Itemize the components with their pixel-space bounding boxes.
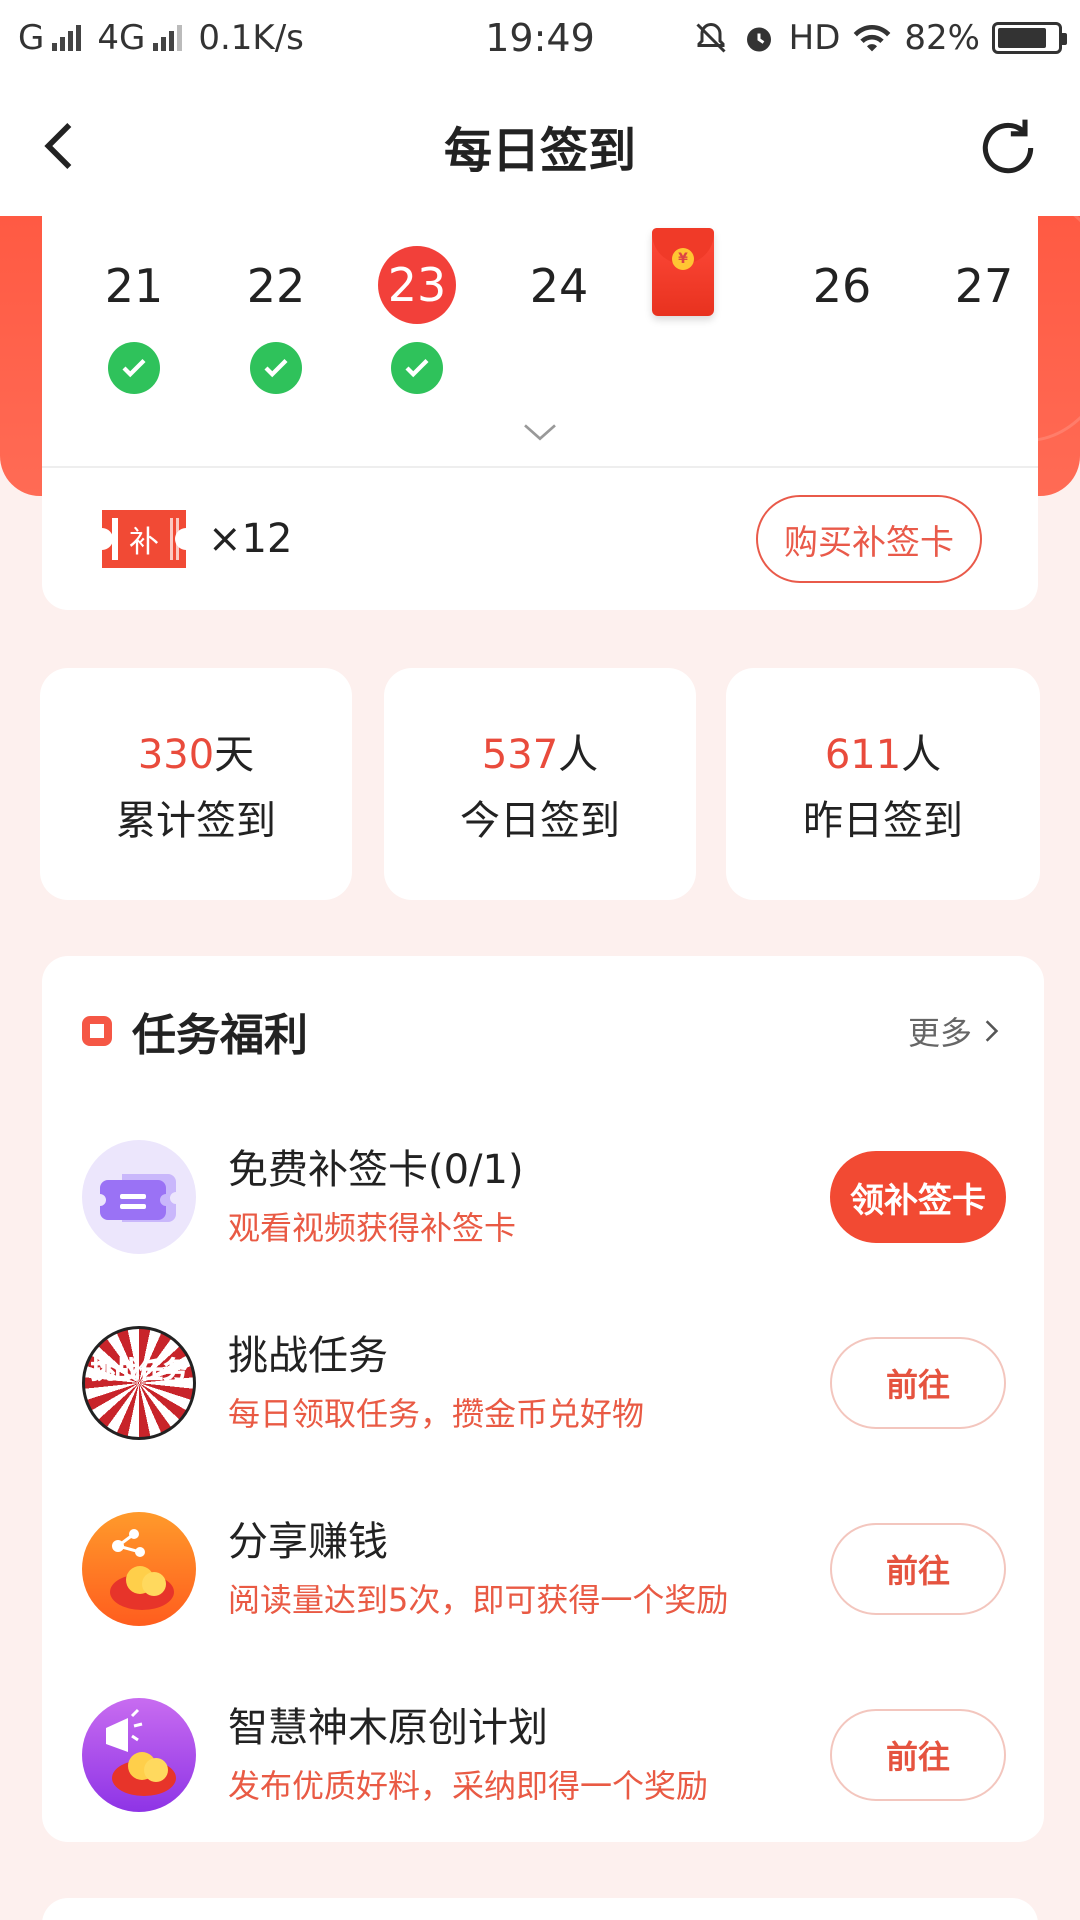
day-number: 27 <box>954 259 1014 313</box>
more-label: 更多 <box>907 1014 972 1052</box>
week-days: 21 22 23 24 ¥ 26 27 <box>42 216 1038 466</box>
more-link[interactable]: 更多 <box>908 1008 1004 1054</box>
stat-label: 今日签到 <box>460 798 620 844</box>
task-desc: 每日领取任务，攒金币兑好物 <box>228 1395 645 1433</box>
network-label: 4G <box>97 18 146 58</box>
stat-label: 累计签到 <box>116 798 276 844</box>
task-share: 分享赚钱 阅读量达到5次，即可获得一个奖励 前往 <box>82 1484 1006 1654</box>
task-free-makeup-card: 免费补签卡(0/1) 观看视频获得补签卡 领补签卡 <box>82 1112 1006 1282</box>
battery-icon <box>992 22 1067 54</box>
page-title: 每日签到 <box>443 123 636 179</box>
day-number: 26 <box>812 259 872 313</box>
day-number-today: 23 <box>378 246 456 324</box>
task-challenge: 挑战任务 挑战任务 每日领取任务，攒金币兑好物 前往 <box>82 1298 1006 1468</box>
stat-label: 昨日签到 <box>803 798 963 844</box>
day-21[interactable]: 21 <box>84 246 184 394</box>
buy-makeup-card-button[interactable]: 购买补签卡 <box>756 495 982 583</box>
task-title: 免费补签卡(0/1) <box>228 1147 524 1193</box>
stat-value: 537 <box>481 732 559 778</box>
task-title: 智慧神木原创计划 <box>228 1705 548 1751</box>
megaphone-icon <box>82 1698 196 1812</box>
chevron-down-icon[interactable] <box>520 412 560 452</box>
nav-bar: 每日签到 <box>0 76 1080 216</box>
share-icon <box>82 1512 196 1626</box>
svg-text:挑战任务: 挑战任务 <box>91 1356 188 1384</box>
go-button[interactable]: 前往 <box>830 1709 1006 1801</box>
back-icon[interactable] <box>32 118 88 174</box>
day-number: 21 <box>104 259 164 313</box>
section-marker-icon <box>82 1016 112 1046</box>
chevron-right-icon <box>985 1020 999 1042</box>
check-icon <box>250 342 302 394</box>
challenge-icon: 挑战任务 <box>82 1326 196 1440</box>
task-desc: 观看视频获得补签卡 <box>228 1209 517 1247</box>
task-title: 挑战任务 <box>228 1333 388 1379</box>
makeup-card-row: 补 ×12 购买补签卡 <box>42 468 1038 610</box>
stat-value: 611 <box>824 732 902 778</box>
network-speed: 0.1K/s <box>198 18 304 58</box>
task-desc: 发布优质好料，采纳即得一个奖励 <box>228 1767 709 1805</box>
stat-value: 330 <box>137 732 215 778</box>
claim-makeup-card-button[interactable]: 领补签卡 <box>830 1151 1006 1243</box>
day-26[interactable]: 26 <box>792 246 892 326</box>
go-button[interactable]: 前往 <box>830 1337 1006 1429</box>
carrier-label: G <box>18 18 45 58</box>
stat-unit: 人 <box>558 732 599 778</box>
day-number: 24 <box>529 259 589 313</box>
svg-text:补: 补 <box>129 525 159 560</box>
check-icon <box>108 342 160 394</box>
go-button[interactable]: 前往 <box>830 1523 1006 1615</box>
stat-total: 330天 累计签到 <box>40 668 352 900</box>
stat-today: 537人 今日签到 <box>384 668 696 900</box>
check-icon <box>391 342 443 394</box>
task-desc: 阅读量达到5次，即可获得一个奖励 <box>228 1581 729 1619</box>
alarm-icon <box>746 27 771 52</box>
redpacket-icon[interactable]: ¥ <box>652 228 714 316</box>
task-original-plan: 智慧神木原创计划 发布优质好料，采纳即得一个奖励 前往 <box>82 1670 1006 1840</box>
ticket-icon <box>82 1140 196 1254</box>
signal-icon-2 <box>153 25 183 51</box>
wifi-icon <box>854 24 891 52</box>
refresh-icon[interactable] <box>974 114 1042 182</box>
task-title: 分享赚钱 <box>228 1519 388 1565</box>
hd-label: HD <box>788 18 841 58</box>
calendar-card: 21 22 23 24 ¥ 26 27 补 ×12 购买补签卡 <box>42 216 1038 610</box>
day-22[interactable]: 22 <box>226 246 326 394</box>
makeup-card-icon: 补 <box>102 510 186 568</box>
next-section-card <box>42 1898 1038 1920</box>
coin-icon: ¥ <box>672 248 694 270</box>
day-24[interactable]: 24 <box>509 246 609 326</box>
day-number: 22 <box>246 259 306 313</box>
battery-percent: 82% <box>904 18 980 58</box>
tasks-card: 任务福利 更多 免费补签卡(0/1) 观看视频获得补签卡 领补签卡 挑战任务 挑… <box>42 956 1044 1842</box>
stat-unit: 天 <box>214 732 255 778</box>
stat-unit: 人 <box>901 732 942 778</box>
status-bar: G 4G 0.1K/s 19:49 HD 82% <box>0 0 1080 76</box>
tasks-header: 任务福利 更多 <box>82 996 1004 1066</box>
day-23-today[interactable]: 23 <box>367 246 467 394</box>
signal-icon <box>52 25 82 51</box>
mute-notification-icon <box>696 22 726 53</box>
makeup-card-count: ×12 <box>208 516 293 562</box>
tasks-title: 任务福利 <box>132 1010 308 1061</box>
stat-yesterday: 611人 昨日签到 <box>726 668 1040 900</box>
day-27[interactable]: 27 <box>934 246 1034 326</box>
